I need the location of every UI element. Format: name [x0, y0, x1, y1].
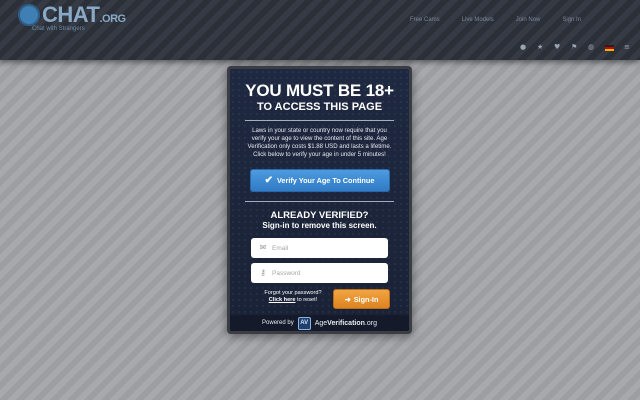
sign-in-button[interactable]: ➜ Sign-In	[333, 289, 390, 309]
age-verification-logo-icon: AV	[297, 316, 311, 330]
already-verified-heading: ALREADY VERIFIED?	[270, 210, 369, 221]
site-tagline: Chat with Strangers	[32, 26, 85, 32]
logo-text: CHAT.ORG	[42, 2, 126, 27]
top-nav: Free Cams Live Models Join Now Sign In	[410, 17, 581, 23]
age-verification-modal: YOU MUST BE 18+ TO ACCESS THIS PAGE Laws…	[227, 66, 412, 334]
email-field[interactable]: ✉	[251, 238, 388, 258]
site-logo[interactable]: CHAT.ORG	[18, 2, 126, 28]
german-flag-icon[interactable]	[605, 44, 614, 51]
divider	[245, 120, 394, 121]
nav-item-live-models[interactable]: Live Models	[462, 17, 494, 23]
forgot-password-text: Forgot your password? Click here to rese…	[264, 290, 322, 303]
divider	[245, 201, 394, 202]
nav-item-join-now[interactable]: Join Now	[516, 17, 541, 23]
verify-age-button-label: Verify Your Age To Continue	[276, 176, 375, 185]
nav-item-free-cams[interactable]: Free Cams	[410, 17, 440, 23]
age-verification-brand[interactable]: AgeVerification.org	[315, 320, 377, 327]
menu-icon[interactable]: ≡	[624, 44, 631, 51]
modal-title: YOU MUST BE 18+	[245, 81, 394, 100]
globe-icon[interactable]: ◍	[588, 44, 595, 51]
password-field[interactable]: ⚷	[251, 263, 388, 283]
reset-password-link[interactable]: Click here	[269, 297, 296, 303]
modal-panel: YOU MUST BE 18+ TO ACCESS THIS PAGE Laws…	[230, 69, 409, 331]
powered-by-label: Powered by	[262, 320, 294, 326]
checkmark-icon: ✔	[264, 174, 273, 186]
sign-in-prompt: Sign-in to remove this screen.	[262, 221, 377, 230]
sign-in-button-label: Sign-In	[353, 294, 379, 304]
logo-badge-icon	[18, 4, 40, 26]
star-icon[interactable]: ★	[537, 44, 544, 51]
sign-in-icon: ➜	[344, 294, 351, 304]
heart-icon[interactable]: ♥	[554, 44, 561, 51]
key-icon: ⚷	[260, 268, 266, 277]
modal-subtitle: TO ACCESS THIS PAGE	[256, 101, 383, 113]
powered-by-footer: Powered by AV AgeVerification.org	[230, 315, 409, 331]
modal-body-text: Laws in your state or country now requir…	[247, 127, 392, 158]
site-header: CHAT.ORG Chat with Strangers Free Cams L…	[0, 0, 640, 60]
sign-in-row: Forgot your password? Click here to rese…	[230, 283, 409, 313]
nav-item-sign-in[interactable]: Sign In	[562, 17, 581, 23]
password-input[interactable]	[268, 269, 382, 277]
envelope-icon: ✉	[259, 243, 267, 252]
user-icon[interactable]: ●	[520, 44, 527, 51]
flag-icon[interactable]: ⚑	[571, 44, 578, 51]
header-icon-row: ● ★ ♥ ⚑ ◍ ≡	[520, 44, 631, 51]
email-input[interactable]	[268, 244, 382, 252]
verify-age-button[interactable]: ✔ Verify Your Age To Continue	[249, 169, 390, 192]
